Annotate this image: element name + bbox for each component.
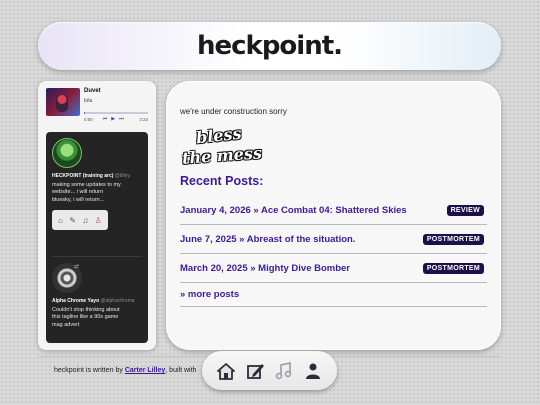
time-current: 0:00	[84, 116, 93, 122]
feed-post[interactable]: ⇄ Alpha Chrome Yayo @alphachrome Couldn'…	[52, 256, 142, 343]
recent-posts-title: Recent Posts:	[180, 174, 264, 188]
sidebar: Duvet bôa 0:00 ⏮ ▶ ⏭ 3:23 HECKPOINT (tra…	[38, 81, 156, 350]
music-icon	[275, 361, 292, 379]
post-text: making some updates to my website... i w…	[52, 182, 121, 203]
nav-music-button[interactable]	[272, 359, 296, 383]
site-logo[interactable]: heckpoint.	[197, 31, 343, 61]
repost-icon: ⇄	[74, 264, 80, 270]
feed-post[interactable]: HECKPOINT (training arc) @tilley. making…	[52, 138, 142, 256]
post-handle[interactable]: @alphachrome	[101, 298, 135, 304]
recent-posts-list: January 4, 2026 » Ace Combat 04: Shatter…	[180, 196, 487, 307]
edit-icon: ✎	[69, 215, 77, 225]
post-link[interactable]: March 20, 2025 » Mighty Dive Bomber	[180, 263, 350, 274]
track-title: Duvet	[84, 88, 101, 94]
more-posts-row: » more posts	[180, 283, 487, 307]
nav-dock	[202, 351, 337, 390]
list-item[interactable]: January 4, 2026 » Ace Combat 04: Shatter…	[180, 196, 487, 225]
edit-icon	[247, 363, 265, 379]
home-icon	[217, 362, 236, 380]
post-link[interactable]: June 7, 2025 » Abreast of the situation.	[180, 234, 355, 245]
album-art	[46, 88, 80, 116]
post-text: Couldn't stop thinking about this taglin…	[52, 307, 120, 328]
track-artist: bôa	[84, 98, 93, 104]
next-icon[interactable]: ⏭	[119, 116, 124, 122]
home-icon: ⌂	[58, 215, 63, 225]
footer-suffix: , built with	[165, 367, 197, 374]
author-link[interactable]: Carter Lilley	[125, 367, 165, 374]
post-author-name[interactable]: HECKPOINT (training arc)	[52, 173, 113, 179]
track-progress-bar[interactable]	[84, 112, 148, 114]
bluesky-feed[interactable]: HECKPOINT (training arc) @tilley. making…	[46, 132, 148, 343]
stamp-line-1: bless	[195, 123, 243, 148]
nav-about-button[interactable]	[301, 359, 325, 383]
post-tag-badge: POSTMORTEM	[422, 262, 484, 274]
more-posts-link[interactable]: » more posts	[180, 289, 239, 300]
person-icon	[305, 363, 320, 379]
post-embed-image[interactable]: ⌂ ✎ ♫ ♙	[52, 210, 108, 231]
person-icon: ♙	[94, 215, 102, 225]
music-icon: ♫	[82, 215, 89, 225]
time-total: 3:23	[139, 116, 148, 122]
stamp-line-2: the mess	[181, 143, 263, 168]
post-tag-badge: POSTMORTEM	[422, 233, 484, 245]
post-link[interactable]: January 4, 2026 » Ace Combat 04: Shatter…	[180, 205, 407, 216]
footer-credit: heckpoint is written by Carter Lilley, b…	[54, 367, 196, 374]
construction-notice: we're under construction sorry	[180, 107, 287, 116]
bless-the-mess-stamp: bless the mess	[181, 123, 272, 170]
nav-home-button[interactable]	[214, 359, 238, 383]
music-player: Duvet bôa 0:00 ⏮ ▶ ⏭ 3:23	[46, 88, 148, 124]
avatar[interactable]	[52, 138, 82, 168]
player-controls: 0:00 ⏮ ▶ ⏭ 3:23	[84, 116, 148, 122]
post-tag-badge: REVIEW	[446, 204, 484, 216]
post-author: HECKPOINT (training arc) @tilley.	[52, 173, 142, 179]
post-author: Alpha Chrome Yayo @alphachrome	[52, 298, 142, 304]
list-item[interactable]: June 7, 2025 » Abreast of the situation.…	[180, 225, 487, 254]
post-author-name[interactable]: Alpha Chrome Yayo	[52, 298, 99, 304]
play-icon[interactable]: ▶	[111, 116, 115, 122]
nav-edit-button[interactable]	[243, 359, 267, 383]
list-item[interactable]: March 20, 2025 » Mighty Dive Bomber POST…	[180, 254, 487, 283]
track-info: Duvet bôa 0:00 ⏮ ▶ ⏭ 3:23	[84, 88, 148, 124]
post-handle[interactable]: @tilley.	[115, 173, 131, 179]
site-header: heckpoint.	[38, 22, 501, 70]
footer-prefix: heckpoint is written by	[54, 367, 125, 374]
previous-icon[interactable]: ⏮	[103, 116, 108, 122]
track-progress-fill	[84, 112, 86, 114]
main-panel: we're under construction sorry bless the…	[166, 81, 501, 350]
